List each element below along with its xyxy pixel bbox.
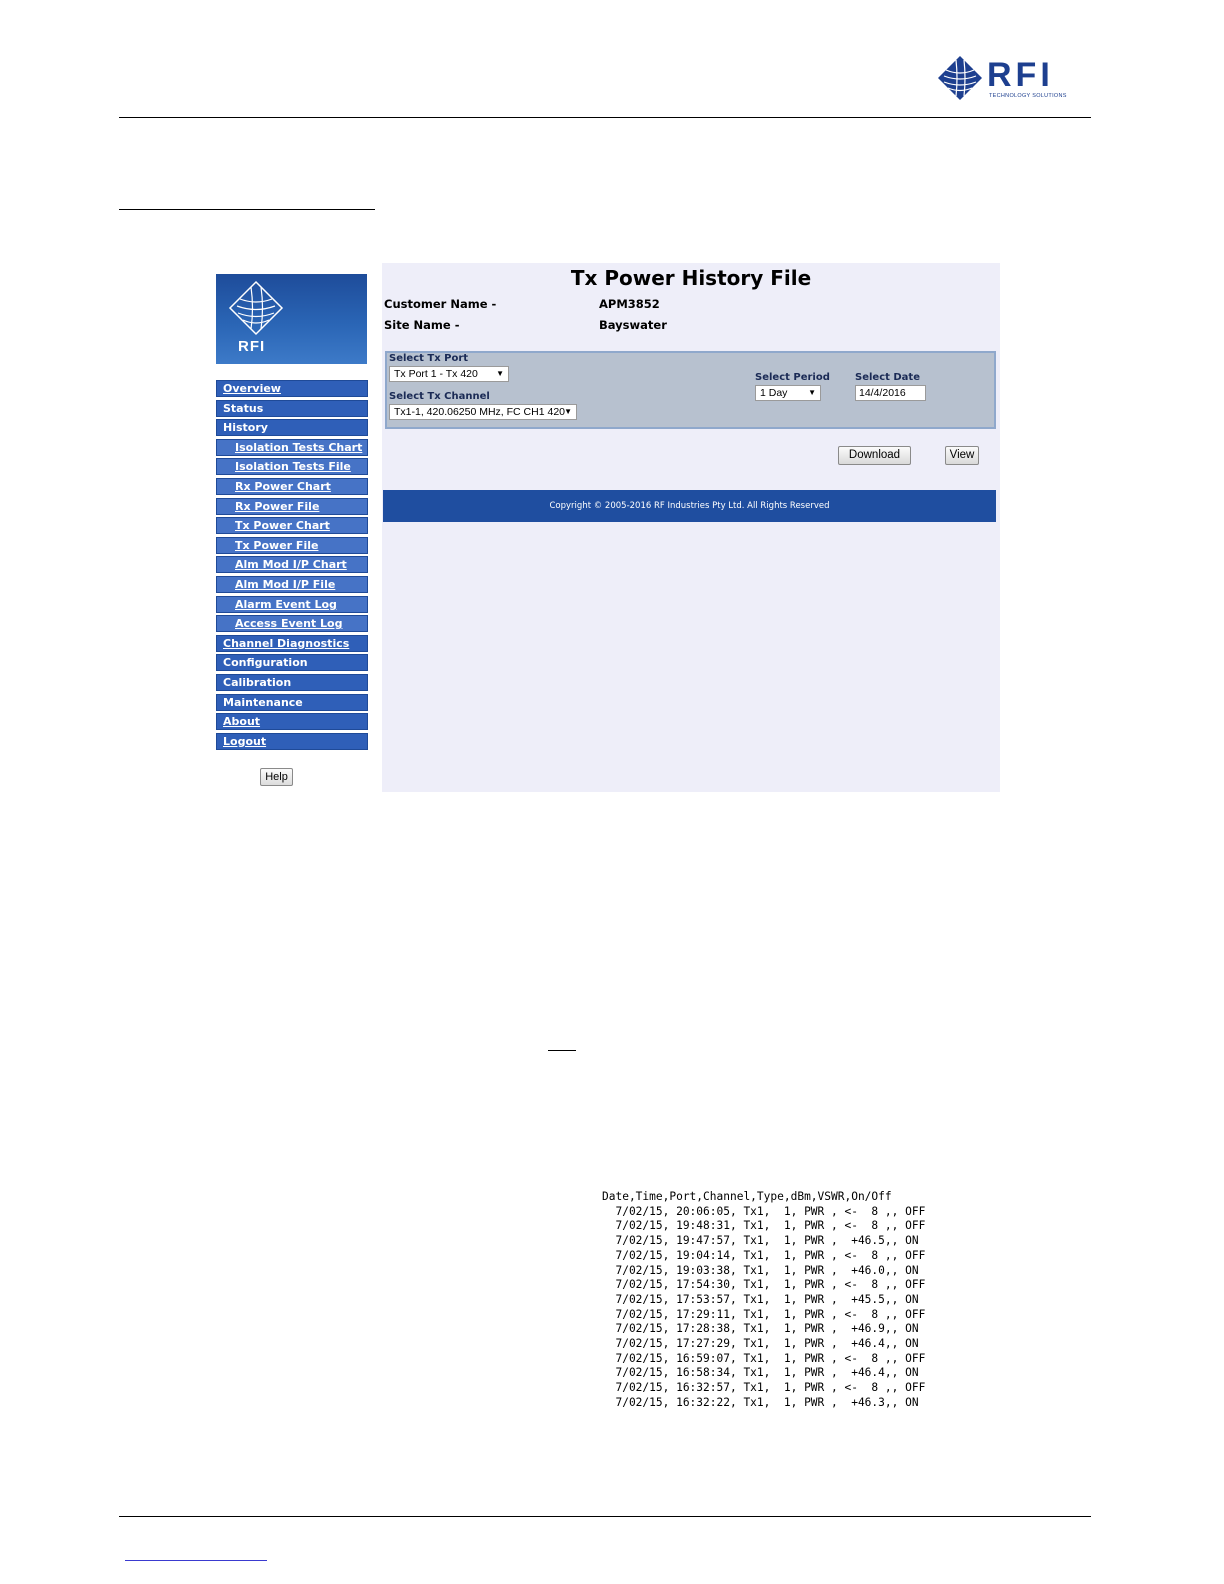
- sidebar-item-label: Isolation Tests Chart: [235, 440, 363, 454]
- footer-link-underline: [125, 1560, 267, 1561]
- tx-port-select[interactable]: Tx Port 1 - Tx 420 ▼: [389, 366, 509, 382]
- csv-row: 7/02/15, 16:32:57, Tx1, 1, PWR , <- 8 ,,…: [602, 1381, 926, 1395]
- csv-header: Date,Time,Port,Channel,Type,dBm,VSWR,On/…: [602, 1190, 892, 1203]
- csv-rows: 7/02/15, 20:06:05, Tx1, 1, PWR , <- 8 ,,…: [602, 1205, 925, 1411]
- tx-channel-value: Tx1-1, 420.06250 MHz, FC CH1 420: [394, 406, 565, 418]
- sidebar-item-alarm-event-log[interactable]: Alarm Event Log: [216, 595, 368, 613]
- date-input[interactable]: 14/4/2016: [855, 385, 926, 401]
- sidebar-item-access-event-log[interactable]: Access Event Log: [216, 615, 368, 633]
- csv-row: 7/02/15, 16:32:22, Tx1, 1, PWR , +46.3,,…: [602, 1395, 919, 1409]
- sidebar-item-label: Alarm Event Log: [235, 597, 337, 611]
- sidebar-item-alm-mod-i-p-file[interactable]: Alm Mod I/P File: [216, 576, 368, 593]
- csv-row: 7/02/15, 19:03:38, Tx1, 1, PWR , +46.0,,…: [602, 1263, 919, 1277]
- sidebar-item-tx-power-chart[interactable]: Tx Power Chart: [216, 517, 368, 535]
- sidebar-item-label: About: [223, 715, 261, 729]
- sidebar-item-logout[interactable]: Logout: [216, 732, 368, 750]
- site-name-label: Site Name -: [384, 318, 460, 332]
- brand-tagline: TECHNOLOGY SOLUTIONS: [989, 93, 1067, 99]
- csv-row: 7/02/15, 16:59:07, Tx1, 1, PWR , <- 8 ,,…: [602, 1351, 926, 1365]
- tx-channel-select[interactable]: Tx1-1, 420.06250 MHz, FC CH1 420 ▼: [389, 404, 577, 420]
- sidebar-item-rx-power-file[interactable]: Rx Power File: [216, 497, 368, 515]
- customer-name-value: APM3852: [599, 297, 660, 311]
- site-name-value: Bayswater: [599, 318, 667, 332]
- csv-row: 7/02/15, 19:48:31, Tx1, 1, PWR , <- 8 ,,…: [602, 1219, 926, 1233]
- sidebar-item-label: Calibration: [223, 676, 292, 689]
- csv-row: 7/02/15, 17:54:30, Tx1, 1, PWR , <- 8 ,,…: [602, 1278, 926, 1292]
- sidebar-item-label: Overview: [223, 382, 281, 395]
- section-heading-underline: [119, 209, 375, 210]
- sidebar-item-about[interactable]: About: [216, 713, 368, 731]
- sidebar-item-calibration[interactable]: Calibration: [216, 674, 368, 691]
- copyright-bar: Copyright © 2005-2016 RF Industries Pty …: [383, 490, 996, 522]
- sidebar-item-maintenance[interactable]: Maintenance: [216, 693, 368, 711]
- sidebar-item-label: Alm Mod I/P Chart: [235, 558, 347, 572]
- customer-name-label: Customer Name -: [384, 297, 497, 311]
- sidebar-item-configuration[interactable]: Configuration: [216, 654, 368, 672]
- footer-rule: [119, 1516, 1091, 1517]
- main-panel: [382, 263, 1000, 792]
- sidebar-item-isolation-tests-file[interactable]: Isolation Tests File: [216, 458, 368, 476]
- sidebar-item-label: Access Event Log: [235, 617, 343, 631]
- csv-row: 7/02/15, 17:53:57, Tx1, 1, PWR , +45.5,,…: [602, 1292, 919, 1306]
- sidebar-item-status[interactable]: Status: [216, 399, 368, 417]
- tx-port-value: Tx Port 1 - Tx 420: [394, 368, 478, 380]
- dropdown-arrow-icon: ▼: [496, 369, 504, 378]
- sidebar-item-label: Tx Power File: [235, 538, 319, 552]
- period-select[interactable]: 1 Day ▼: [755, 385, 821, 401]
- period-value: 1 Day: [760, 387, 788, 399]
- header-rule: [119, 117, 1091, 118]
- sidebar-item-label: Isolation Tests File: [235, 460, 351, 474]
- help-button[interactable]: Help: [260, 768, 293, 786]
- sidebar-logo-text: RFI: [238, 338, 266, 355]
- period-label: Select Period: [755, 372, 830, 383]
- sidebar-item-label: History: [223, 421, 268, 435]
- sidebar-item-label: Alm Mod I/P File: [235, 578, 336, 591]
- sidebar-item-label: Maintenance: [223, 695, 303, 709]
- brand-name: RFI: [987, 56, 1054, 94]
- sidebar-item-isolation-tests-chart[interactable]: Isolation Tests Chart: [216, 438, 368, 456]
- csv-row: 7/02/15, 17:29:11, Tx1, 1, PWR , <- 8 ,,…: [602, 1307, 926, 1321]
- sidebar-item-label: Logout: [223, 734, 267, 748]
- csv-row: 7/02/15, 16:58:34, Tx1, 1, PWR , +46.4,,…: [602, 1366, 919, 1380]
- csv-row: 7/02/15, 20:06:05, Tx1, 1, PWR , <- 8 ,,…: [602, 1204, 926, 1218]
- sidebar-item-rx-power-chart[interactable]: Rx Power Chart: [216, 478, 368, 495]
- sidebar-item-label: Tx Power Chart: [235, 519, 330, 533]
- text-underline-mark: [548, 1050, 576, 1051]
- sidebar-item-label: Rx Power Chart: [235, 480, 331, 493]
- sidebar-item-label: Channel Diagnostics: [223, 636, 350, 650]
- sidebar-item-channel-diagnostics[interactable]: Channel Diagnostics: [216, 634, 368, 652]
- sidebar-item-alm-mod-i-p-chart[interactable]: Alm Mod I/P Chart: [216, 556, 368, 574]
- tx-channel-label: Select Tx Channel: [389, 391, 490, 402]
- csv-row: 7/02/15, 19:04:14, Tx1, 1, PWR , <- 8 ,,…: [602, 1248, 926, 1262]
- dropdown-arrow-icon: ▼: [808, 388, 816, 397]
- csv-output: Date,Time,Port,Channel,Type,dBm,VSWR,On/…: [602, 1190, 925, 1411]
- view-button[interactable]: View: [945, 446, 979, 465]
- tx-port-label: Select Tx Port: [389, 353, 469, 364]
- sidebar-item-history[interactable]: History: [216, 419, 368, 437]
- dropdown-arrow-icon: ▼: [564, 407, 572, 416]
- antenna-globe-icon: [228, 280, 284, 336]
- csv-row: 7/02/15, 19:47:57, Tx1, 1, PWR , +46.5,,…: [602, 1234, 919, 1248]
- sidebar-item-overview[interactable]: Overview: [216, 380, 368, 397]
- sidebar-item-label: Status: [223, 401, 264, 415]
- sidebar-item-label: Rx Power File: [235, 499, 320, 513]
- csv-row: 7/02/15, 17:28:38, Tx1, 1, PWR , +46.9,,…: [602, 1322, 919, 1336]
- sidebar-item-label: Configuration: [223, 656, 308, 670]
- download-button[interactable]: Download: [838, 446, 911, 465]
- date-label: Select Date: [855, 372, 920, 383]
- page-title: Tx Power History File: [570, 266, 812, 290]
- sidebar-item-tx-power-file[interactable]: Tx Power File: [216, 536, 368, 554]
- csv-row: 7/02/15, 17:27:29, Tx1, 1, PWR , +46.4,,…: [602, 1337, 919, 1351]
